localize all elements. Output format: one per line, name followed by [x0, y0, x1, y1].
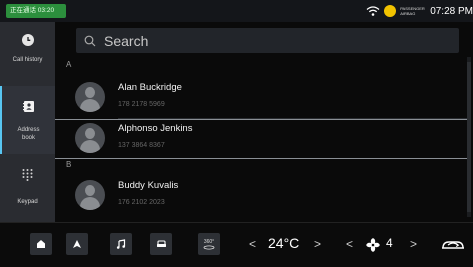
vehicle-button[interactable] — [150, 233, 172, 255]
status-bar: 正在通话 03:20 PASSENGER AIRBAG 07:28 PM — [0, 0, 473, 22]
sidebar-item-call-history[interactable]: Call history — [0, 22, 55, 86]
keypad-icon — [21, 168, 34, 186]
car-icon — [156, 240, 166, 247]
sidebar-item-address-book[interactable]: Address book — [0, 86, 55, 154]
search-icon — [84, 35, 96, 46]
selected-row-bottom-border — [55, 158, 467, 159]
airbag-status: PASSENGER AIRBAG — [400, 6, 426, 16]
fan-down-button[interactable]: < — [346, 237, 353, 251]
avatar — [75, 82, 105, 112]
contacts-book-icon — [22, 100, 35, 118]
view-360-label: 360° — [203, 238, 215, 245]
navigation-icon — [73, 240, 81, 248]
temperature-display: 24°C — [268, 235, 300, 251]
bottom-bar: 360° < 24°C > < 4 > — [0, 222, 473, 267]
active-call-indicator[interactable]: 正在通话 03:20 — [6, 4, 66, 18]
music-icon — [116, 239, 126, 249]
home-icon — [37, 240, 45, 248]
fan-up-button[interactable]: > — [410, 237, 417, 251]
sidebar-item-label: Call history — [12, 57, 43, 63]
avatar — [75, 180, 105, 210]
contact-phone: 137 3864 8367 — [118, 142, 165, 149]
section-letter-a: A — [66, 60, 72, 69]
avatar — [75, 123, 105, 153]
airbag-warning-icon — [384, 5, 397, 17]
fan-level: 4 — [386, 236, 393, 250]
fan-icon — [366, 238, 380, 252]
sidebar-item-label: Keypad — [17, 199, 38, 205]
contact-name: Alphonso Jenkins — [118, 123, 193, 134]
music-button[interactable] — [110, 233, 132, 255]
view-360-icon: 360° — [203, 239, 215, 250]
sidebar: Call history Address book Keypad — [0, 22, 55, 222]
search-input[interactable]: Search — [76, 28, 459, 53]
home-button[interactable] — [30, 233, 52, 255]
contact-row-alan-buckridge[interactable]: Alan Buckridge 178 2178 5969 — [55, 73, 467, 113]
wifi-icon — [366, 6, 380, 16]
airbag-status-line2: AIRBAG — [400, 11, 416, 16]
contact-name: Alan Buckridge — [118, 82, 182, 93]
contact-list: A Alan Buckridge 178 2178 5969 Alphonso … — [55, 57, 467, 222]
sidebar-item-keypad[interactable]: Keypad — [0, 154, 55, 222]
temp-up-button[interactable]: > — [314, 237, 321, 251]
clock: 07:28 PM — [430, 5, 473, 17]
alphabet-index-scrollbar[interactable] — [467, 62, 471, 212]
search-placeholder: Search — [104, 32, 149, 49]
contact-row-alphonso-jenkins[interactable]: Alphonso Jenkins 137 3864 8367 — [55, 114, 467, 154]
temp-down-button[interactable]: < — [249, 237, 256, 251]
sidebar-item-label: Address book — [17, 127, 40, 141]
clock-icon — [21, 34, 34, 46]
view-360-button[interactable]: 360° — [198, 233, 220, 255]
recirculation-icon[interactable] — [440, 237, 466, 253]
contact-name: Buddy Kuvalis — [118, 180, 179, 191]
section-letter-b: B — [66, 160, 72, 169]
contact-row-buddy-kuvalis[interactable]: Buddy Kuvalis 176 2102 2023 — [55, 171, 467, 211]
contact-phone: 176 2102 2023 — [118, 199, 165, 206]
status-right: PASSENGER AIRBAG 07:28 PM — [366, 3, 473, 19]
contact-phone: 178 2178 5969 — [118, 101, 165, 108]
navigation-button[interactable] — [66, 233, 88, 255]
